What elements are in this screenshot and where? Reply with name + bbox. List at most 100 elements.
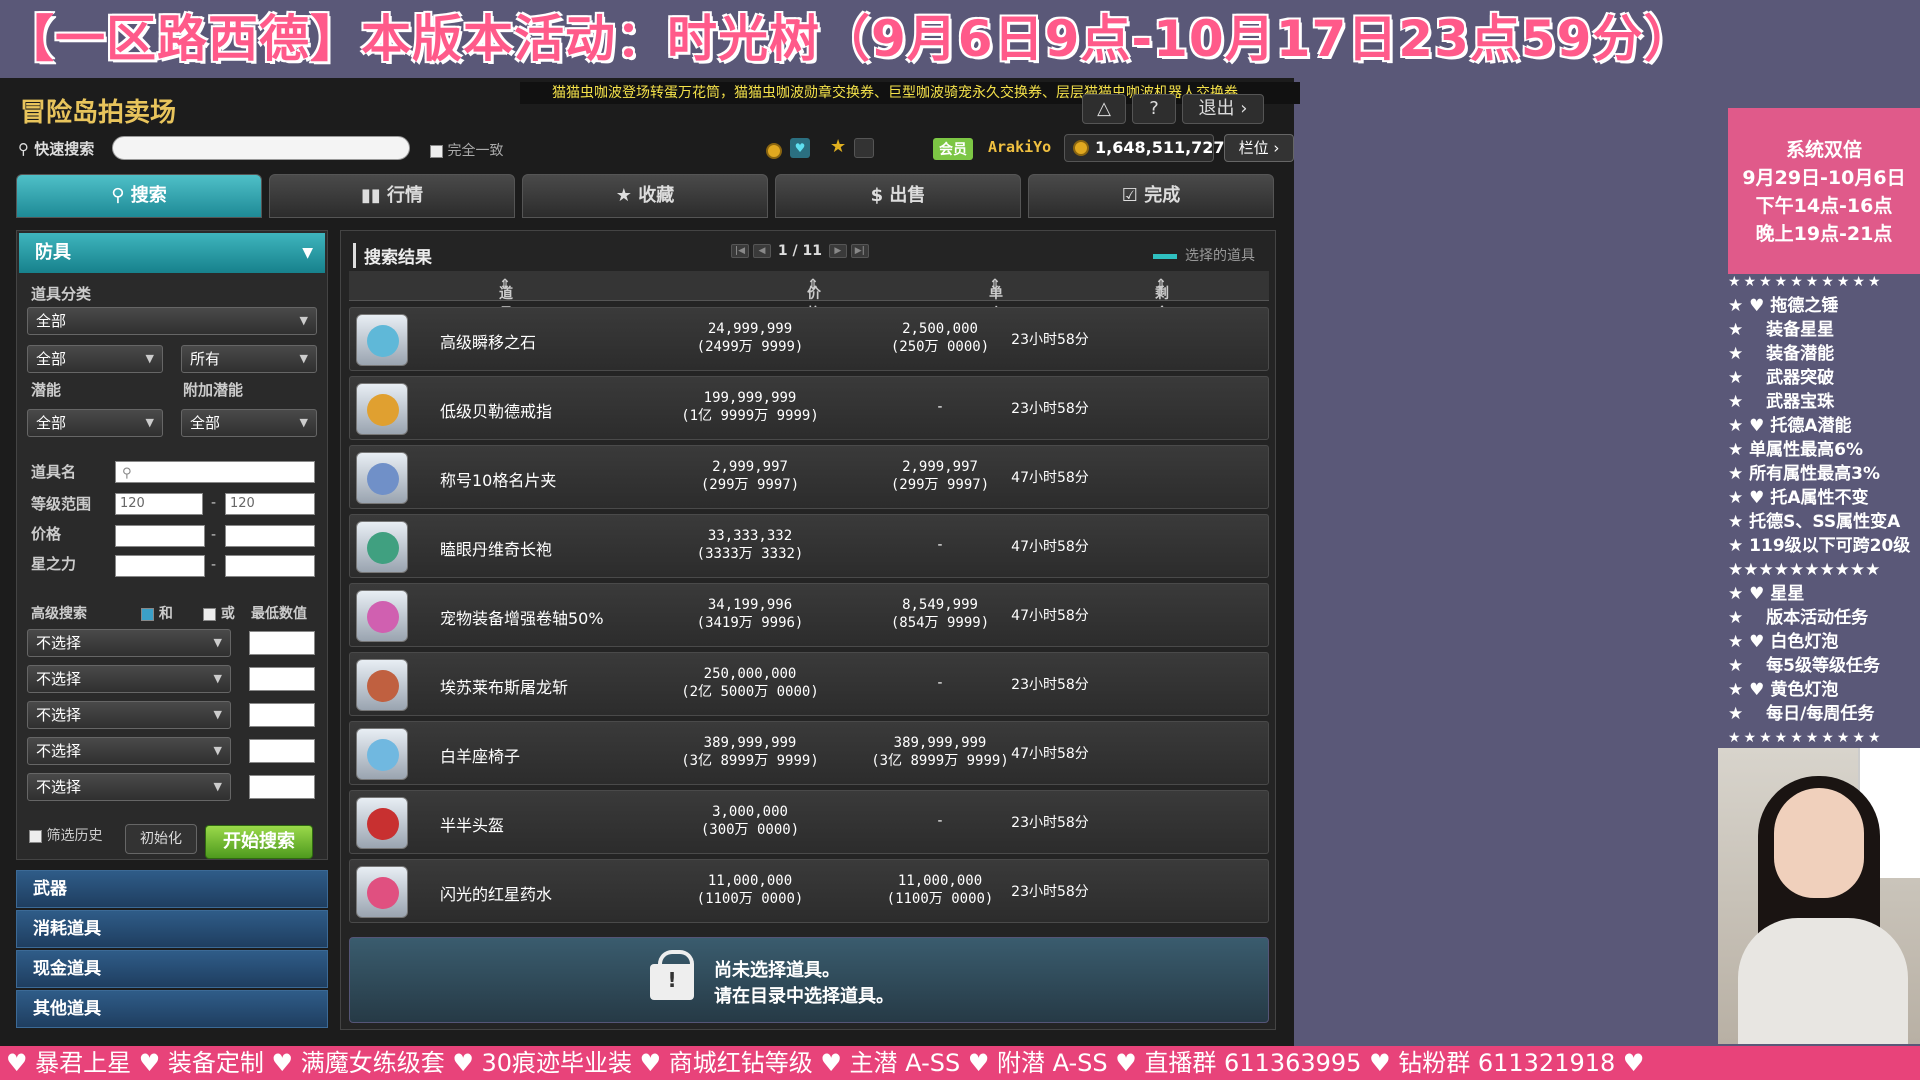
star-filter-icon[interactable]: ★	[830, 136, 846, 157]
quick-search-input[interactable]	[112, 136, 410, 160]
range-dash: -	[211, 527, 217, 543]
min-value-label: 最低数值	[251, 606, 307, 622]
table-row[interactable]: 低级贝勒德戒指 199,999,999 (1亿 9999万 9999) -23小时58…	[349, 376, 1269, 440]
bottom-ticker: ♥ 暴君上星 ♥ 装备定制 ♥ 满魔女练级套 ♥ 30痕迹毕业装 ♥ 商城红钻等…	[0, 1046, 1920, 1080]
sub-class-select[interactable]: 全部 ▼	[27, 345, 163, 373]
chevron-down-icon: ▼	[213, 708, 222, 721]
or-checkbox[interactable]: 或	[203, 603, 235, 623]
item-time-left: 47小时58分	[1011, 539, 1089, 555]
username: ArakiYo	[988, 138, 1052, 156]
price-min-input[interactable]	[115, 525, 205, 547]
chevron-down-icon: ▼	[299, 416, 308, 429]
first-page-icon[interactable]: |◀	[731, 244, 749, 258]
tab-complete[interactable]: ☑ 完成	[1028, 174, 1274, 218]
tab-search[interactable]: ⚲ 搜索	[16, 174, 262, 218]
advanced-search-label: 高级搜索	[31, 606, 87, 622]
advanced-option-select[interactable]: 不选择 ▼	[27, 701, 231, 729]
range-dash: -	[211, 495, 217, 511]
reset-button[interactable]: 初始化	[125, 824, 197, 854]
col-price[interactable]: 价格 ⇕	[807, 277, 821, 322]
table-row[interactable]: 称号10格名片夹 2,999,997 (299万 9997) 2,999,997 (29…	[349, 445, 1269, 509]
filter-panel: 防具 ▼ 道具分类 全部 ▼ 全部 ▼ 所有 ▼ 潜能 附加潜能 全部 ▼ 全部 ▼ 道具名…	[16, 230, 328, 860]
advanced-option-select[interactable]: 不选择 ▼	[27, 737, 231, 765]
help-button[interactable]: ?	[1132, 94, 1176, 124]
bonus-potential-select[interactable]: 全部 ▼	[181, 409, 317, 437]
slot-button[interactable]: 栏位 ›	[1224, 134, 1294, 162]
last-page-icon[interactable]: ▶|	[850, 244, 869, 258]
coin-icon	[1073, 140, 1089, 156]
advanced-min-input[interactable]	[249, 667, 315, 691]
table-row[interactable]: 宠物装备增强卷轴50% 34,199,996 (3419万 9996) 8,549,9…	[349, 583, 1269, 647]
item-icon	[356, 452, 408, 504]
tab-sell[interactable]: $ 出售	[775, 174, 1021, 218]
tab-favorites[interactable]: ★ 收藏	[522, 174, 768, 218]
potential-select[interactable]: 全部 ▼	[27, 409, 163, 437]
checkbox-icon	[29, 829, 42, 843]
side-list-item: ★ 版本活动任务	[1728, 608, 1869, 628]
tab-market[interactable]: ▮▮ 行情	[269, 174, 515, 218]
category-consumable[interactable]: 消耗道具	[16, 910, 328, 948]
stream-title-banner: 【一区路西德】本版本活动：时光树（9月6日9点-10月17日23点59分）	[4, 10, 1695, 68]
grade-select[interactable]: 所有 ▼	[181, 345, 317, 373]
starforce-min-input[interactable]	[115, 555, 205, 577]
prev-page-icon[interactable]: ◀	[753, 244, 771, 258]
item-price: 3,000,000 (300万 0000)	[700, 804, 800, 838]
and-checkbox[interactable]: 和	[141, 603, 173, 623]
advanced-min-input[interactable]	[249, 631, 315, 655]
bonus-potential-label: 附加潜能	[183, 381, 244, 399]
item-icon	[356, 314, 408, 366]
quick-search-row: ⚲ 快速搜索 完全一致 ♥ ★ 会员 ArakiYo 1,648,511,727…	[18, 134, 1294, 164]
start-search-button[interactable]: 开始搜索	[205, 825, 313, 859]
price-max-input[interactable]	[225, 525, 315, 547]
webcam-feed	[1718, 748, 1920, 1044]
selected-item-legend: 选择的道具	[1153, 245, 1255, 265]
exit-button[interactable]: 退出 ›	[1182, 94, 1264, 124]
next-page-icon[interactable]: ▶	[828, 244, 847, 258]
item-class-select[interactable]: 全部 ▼	[27, 307, 317, 335]
category-etc[interactable]: 其他道具	[16, 990, 328, 1028]
stars-divider: ★★★★★★★★★★	[1728, 274, 1884, 290]
history-checkbox[interactable]: 筛选历史	[29, 825, 102, 845]
coin-filter-icon[interactable]	[766, 140, 782, 159]
advanced-min-input[interactable]	[249, 703, 315, 727]
category-weapon[interactable]: 武器	[16, 870, 328, 908]
item-time-left: 23小时58分	[1011, 332, 1089, 348]
exact-match-checkbox[interactable]: 完全一致	[430, 140, 503, 160]
table-row[interactable]: 埃苏莱布斯屠龙斩 250,000,000 (2亿 5000万 0000) -23小时5…	[349, 652, 1269, 716]
table-row[interactable]: 高级瞬移之石 24,999,999 (2499万 9999) 2,500,000 (25…	[349, 307, 1269, 371]
category-armor-header[interactable]: 防具 ▼	[19, 233, 325, 273]
table-row[interactable]: 白羊座椅子 389,999,999 (3亿 8999万 9999) 389,999,9…	[349, 721, 1269, 785]
col-name[interactable]: 道具名称 ⇕	[499, 277, 513, 362]
starforce-max-input[interactable]	[225, 555, 315, 577]
item-name-input[interactable]: ⚲	[115, 461, 315, 483]
level-min-input[interactable]: 120	[115, 493, 203, 515]
help-arrow-button[interactable]: △	[1082, 94, 1126, 124]
category-cash[interactable]: 现金道具	[16, 950, 328, 988]
item-time-left: 47小时58分	[1011, 608, 1089, 624]
advanced-option-select[interactable]: 不选择 ▼	[27, 629, 231, 657]
table-row[interactable]: 闪光的红星药水 11,000,000 (1100万 0000) 11,000,000(…	[349, 859, 1269, 923]
col-unit-price[interactable]: 单个价格 ⇕	[989, 277, 1003, 362]
item-time-left: 23小时58分	[1011, 884, 1089, 900]
level-max-input[interactable]: 120	[225, 493, 315, 515]
filter-sidebar: 防具 ▼ 道具分类 全部 ▼ 全部 ▼ 所有 ▼ 潜能 附加潜能 全部 ▼ 全部 ▼ 道具名…	[16, 230, 328, 1030]
pagination: |◀ ◀ 1 / 11 ▶ ▶|	[729, 243, 871, 259]
chevron-down-icon: ▼	[145, 416, 154, 429]
table-row[interactable]: 瞌眼丹维奇长袍 33,333,332 (3333万 3332) -47小时58分	[349, 514, 1269, 578]
notice-line1: 尚未选择道具。	[714, 960, 840, 981]
table-row[interactable]: 半半头盔 3,000,000 (300万 0000) -23小时58分	[349, 790, 1269, 854]
item-icon	[356, 383, 408, 435]
advanced-min-input[interactable]	[249, 739, 315, 763]
empty-filter-slot[interactable]	[854, 138, 874, 158]
item-time-left: 47小时58分	[1011, 470, 1089, 486]
heart-filter-icon[interactable]: ♥	[790, 138, 810, 158]
col-time-left[interactable]: 剩余时间 ⇕	[1155, 277, 1169, 362]
advanced-min-input[interactable]	[249, 775, 315, 799]
side-list-item: ★ 托德S、SS属性变A	[1728, 512, 1901, 532]
chevron-down-icon: ▼	[299, 352, 308, 365]
chart-icon: ▮▮	[360, 185, 381, 206]
advanced-option-select[interactable]: 不选择 ▼	[27, 773, 231, 801]
streamer-body	[1738, 918, 1908, 1044]
main-tabs: ⚲ 搜索 ▮▮ 行情 ★ 收藏 $ 出售 ☑ 完成	[16, 174, 1276, 218]
advanced-option-select[interactable]: 不选择 ▼	[27, 665, 231, 693]
